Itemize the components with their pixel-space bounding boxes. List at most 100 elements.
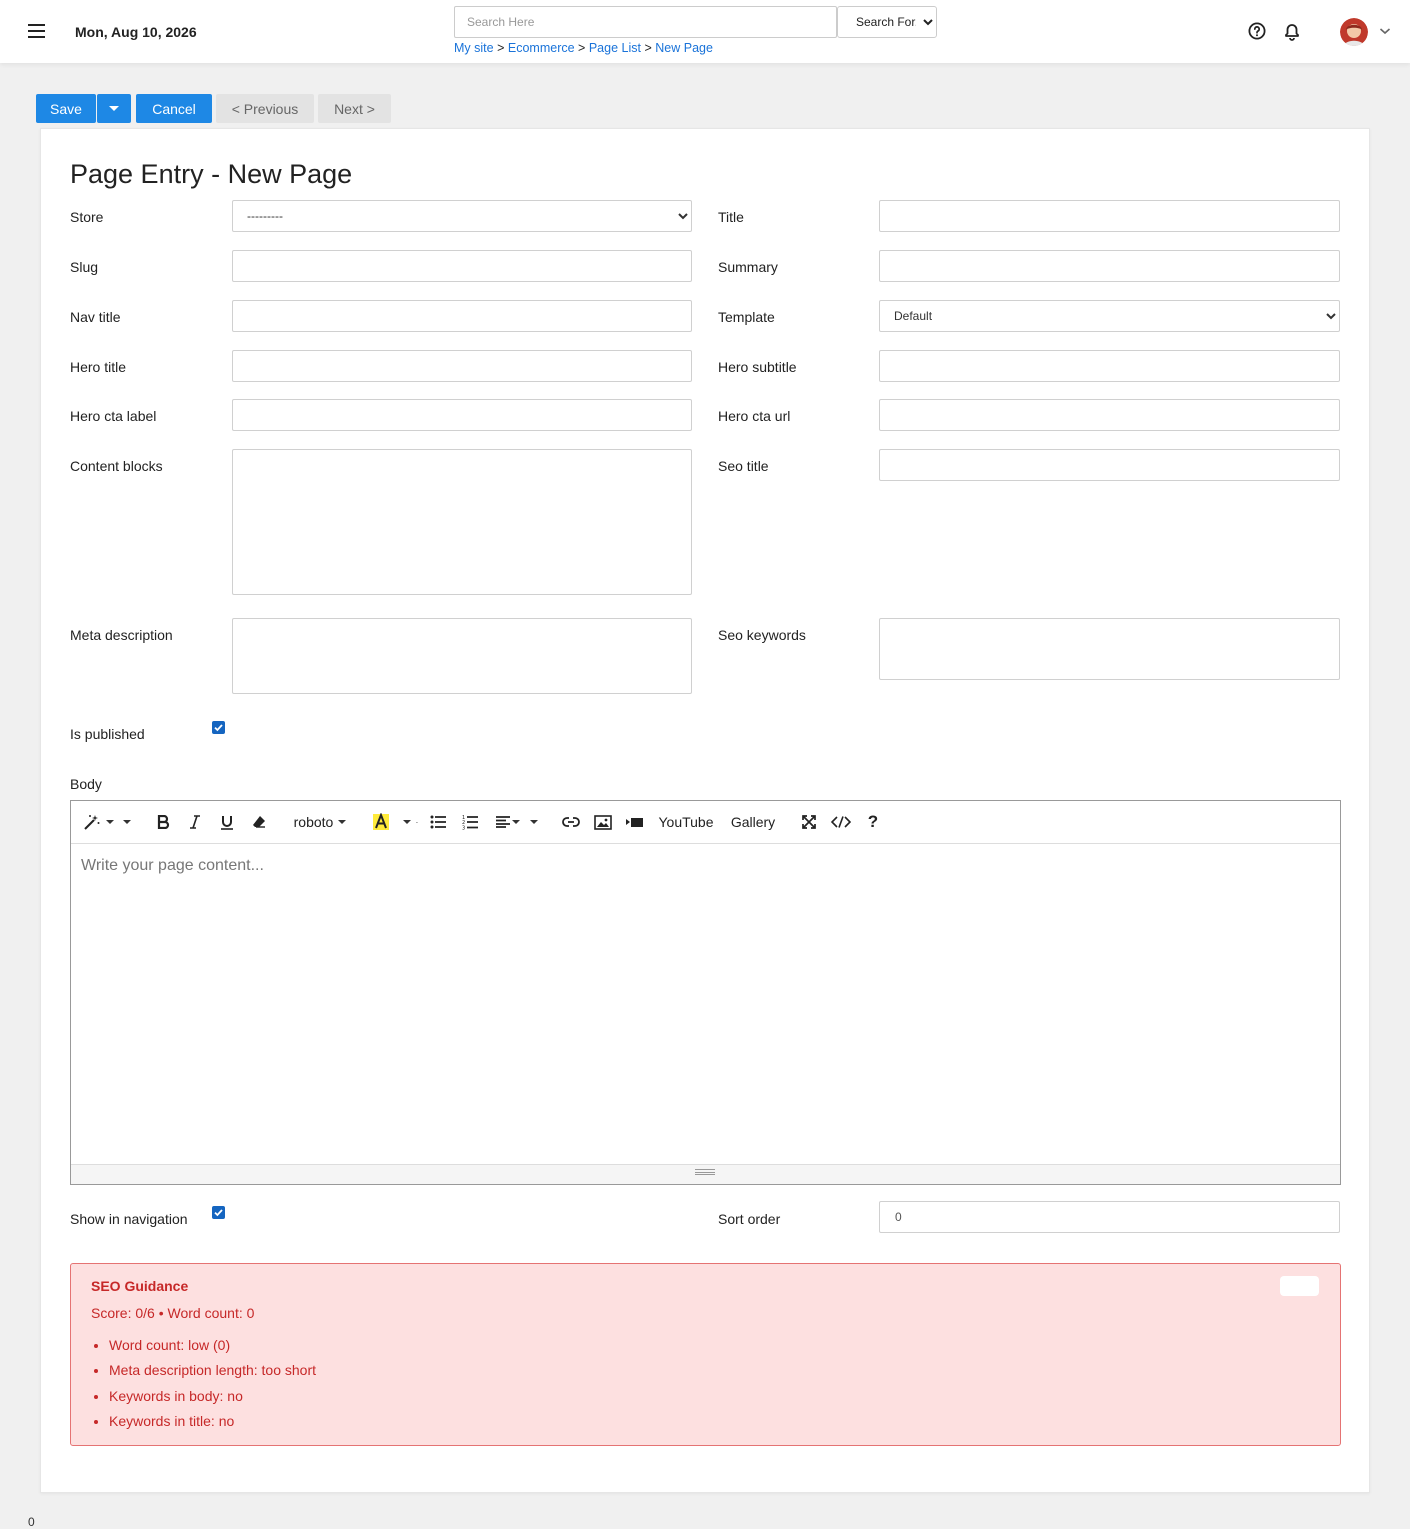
content-blocks-textarea[interactable] <box>232 449 692 595</box>
insert-image-button[interactable] <box>593 811 613 833</box>
save-button[interactable]: Save <box>36 94 96 123</box>
breadcrumb: My site > Ecommerce > Page List > New Pa… <box>454 41 713 55</box>
numbered-list-icon: 123 <box>462 815 478 831</box>
summary-input[interactable] <box>879 250 1340 282</box>
checkmark-icon <box>214 724 223 732</box>
store-select[interactable]: --------- <box>232 200 692 232</box>
caret-down-icon <box>338 820 347 824</box>
breadcrumb-ecommerce[interactable]: Ecommerce <box>508 41 575 55</box>
breadcrumb-separator: > <box>644 41 652 55</box>
hero-cta-url-label: Hero cta url <box>718 408 791 424</box>
editor-placeholder: Write your page content... <box>81 857 264 874</box>
clear-format-button[interactable] <box>249 811 269 833</box>
resize-handle[interactable] <box>695 1169 715 1175</box>
slug-label: Slug <box>70 259 99 275</box>
caret-down-icon <box>106 820 114 824</box>
top-navbar: Mon, Aug 10, 2026 Search For... My site … <box>0 0 1410 63</box>
show-in-navigation-label: Show in navigation <box>70 1211 188 1227</box>
next-button[interactable]: Next > <box>318 94 391 123</box>
seo-keywords-textarea[interactable] <box>879 618 1340 680</box>
hero-subtitle-input[interactable] <box>879 350 1340 382</box>
meta-description-textarea[interactable] <box>232 618 692 694</box>
code-view-button[interactable] <box>829 811 853 833</box>
current-date: Mon, Aug 10, 2026 <box>75 24 197 40</box>
hero-cta-label-input[interactable] <box>232 399 692 431</box>
is-published-checkbox[interactable] <box>212 721 225 734</box>
separator-dot-icon: · <box>415 817 419 827</box>
title-label: Title <box>718 209 744 225</box>
user-avatar[interactable] <box>1340 18 1368 46</box>
meta-description-label: Meta description <box>70 627 173 643</box>
editor-toolbar: roboto · 123 YouTube Gallery ? <box>71 801 1340 844</box>
font-family-label: roboto <box>293 814 334 830</box>
hero-title-input[interactable] <box>232 350 692 382</box>
svg-text:3: 3 <box>462 826 465 831</box>
nav-title-input[interactable] <box>232 300 692 332</box>
menu-icon[interactable] <box>28 24 45 38</box>
caret-down-icon <box>530 820 538 824</box>
seo-check-item: Meta description length: too short <box>109 1359 316 1384</box>
breadcrumb-my-site[interactable]: My site <box>454 41 494 55</box>
seo-guidance-alert: SEO Guidance Score: 0/6 • Word count: 0 … <box>70 1263 1341 1446</box>
store-label: Store <box>70 209 104 225</box>
hero-cta-url-input[interactable] <box>879 399 1340 431</box>
breadcrumb-separator: > <box>578 41 586 55</box>
checkmark-icon <box>214 1209 223 1217</box>
seo-keywords-label: Seo keywords <box>718 627 806 643</box>
underline-button[interactable] <box>217 811 237 833</box>
gallery-button[interactable]: Gallery <box>727 811 779 833</box>
seo-check-item: Word count: low (0) <box>109 1334 316 1359</box>
seo-dismiss-button[interactable] <box>1280 1276 1319 1296</box>
breadcrumb-new-page[interactable]: New Page <box>655 41 713 55</box>
insert-link-button[interactable] <box>561 811 581 833</box>
hero-subtitle-label: Hero subtitle <box>718 359 797 375</box>
nav-title-label: Nav title <box>70 309 121 325</box>
breadcrumb-page-list[interactable]: Page List <box>589 41 641 55</box>
summary-label: Summary <box>718 259 778 275</box>
seo-title-input[interactable] <box>879 449 1340 481</box>
paragraph-align-dropdown[interactable] <box>493 811 541 833</box>
slug-input[interactable] <box>232 250 692 282</box>
link-icon <box>562 817 580 827</box>
seo-check-item: Keywords in title: no <box>109 1410 316 1435</box>
show-in-navigation-checkbox[interactable] <box>212 1206 225 1219</box>
help-button[interactable]: ? <box>863 811 883 833</box>
breadcrumb-separator: > <box>497 41 505 55</box>
caret-down-icon <box>512 820 520 824</box>
editor-content-area[interactable]: Write your page content... <box>71 844 1340 1165</box>
magic-wand-icon <box>84 815 100 830</box>
page-title: Page Entry - New Page <box>70 159 353 189</box>
sort-order-label: Sort order <box>718 1211 781 1227</box>
notification-bell-icon[interactable] <box>1283 21 1301 41</box>
seo-score: Score: 0/6 • Word count: 0 <box>91 1305 255 1321</box>
template-label: Template <box>718 309 775 325</box>
chevron-down-icon[interactable] <box>1379 26 1391 36</box>
cancel-button[interactable]: Cancel <box>136 94 212 123</box>
rich-text-editor: roboto · 123 YouTube Gallery ? Write you… <box>70 800 1341 1185</box>
save-options-dropdown[interactable] <box>97 94 131 123</box>
youtube-button[interactable]: YouTube <box>655 811 717 833</box>
fullscreen-button[interactable] <box>799 811 819 833</box>
search-scope-select[interactable]: Search For... <box>837 6 937 38</box>
ordered-list-button[interactable]: 123 <box>460 811 480 833</box>
previous-button[interactable]: < Previous <box>216 94 314 123</box>
bold-button[interactable] <box>153 811 173 833</box>
template-select[interactable]: Default <box>879 300 1340 332</box>
italic-button[interactable] <box>185 811 205 833</box>
content-blocks-label: Content blocks <box>70 458 163 474</box>
font-family-dropdown[interactable]: roboto <box>291 811 349 833</box>
bold-icon <box>157 815 170 829</box>
image-icon <box>594 814 612 830</box>
search-input[interactable] <box>454 6 837 38</box>
footer-text: 0 <box>28 1515 35 1529</box>
color-dropdown[interactable]: · <box>397 811 419 833</box>
page-entry-card: Page Entry - New Page Store --------- Ti… <box>40 128 1370 1493</box>
sort-order-input[interactable] <box>879 1201 1340 1233</box>
hero-title-label: Hero title <box>70 359 127 375</box>
help-icon[interactable] <box>1248 22 1266 40</box>
title-input[interactable] <box>879 200 1340 232</box>
style-dropdown[interactable] <box>83 811 131 833</box>
insert-video-button[interactable] <box>625 811 645 833</box>
unordered-list-button[interactable] <box>428 811 448 833</box>
text-color-button[interactable] <box>371 811 391 833</box>
